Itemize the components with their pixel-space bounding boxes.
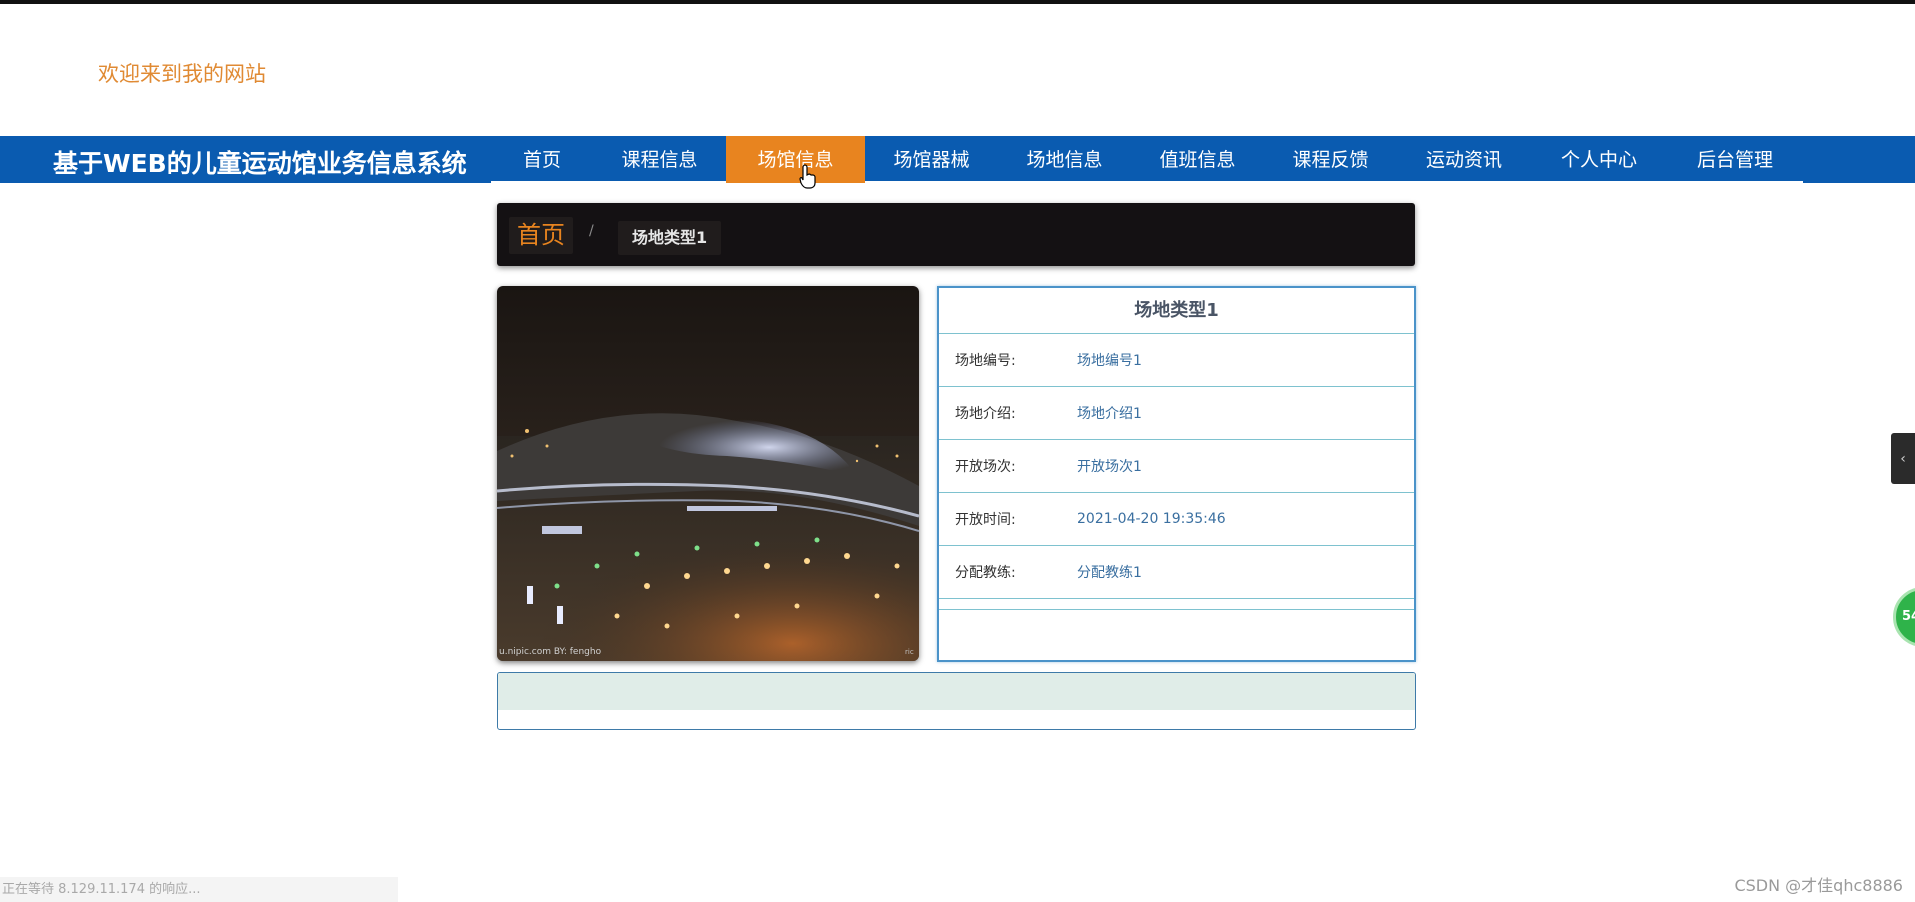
detail-label: 场地编号: — [955, 353, 1016, 369]
nav-item-equipment[interactable]: 场馆器械 — [865, 136, 998, 183]
breadcrumb: 首页 / 场地类型1 — [497, 203, 1415, 266]
main-navbar: 基于WEB的儿童运动馆业务信息系统 首页 课程信息 场馆信息 场馆器械 场地信息… — [0, 136, 1915, 183]
nav-item-profile[interactable]: 个人中心 — [1531, 136, 1667, 183]
photo-corner-mark: ric — [905, 648, 914, 656]
breadcrumb-separator: / — [589, 223, 594, 239]
detail-value: 2021-04-20 19:35:46 — [1077, 511, 1226, 527]
venue-photo: u.nipic.com BY: fengho ric — [497, 286, 919, 661]
floating-badge-text: 54 — [1902, 609, 1915, 624]
detail-value: 分配教练1 — [1077, 565, 1142, 581]
csdn-watermark: CSDN @才佳qhc8886 — [1734, 876, 1903, 895]
nav-item-duty[interactable]: 值班信息 — [1131, 136, 1264, 183]
detail-title: 场地类型1 — [939, 288, 1414, 334]
nav-item-fields[interactable]: 场地信息 — [998, 136, 1131, 183]
detail-value: 开放场次1 — [1077, 459, 1142, 475]
nav-item-home[interactable]: 首页 — [491, 136, 593, 183]
nav-item-admin[interactable]: 后台管理 — [1667, 136, 1803, 183]
venue-detail-panel: 场地类型1 场地编号: 场地编号1 场地介绍: 场地介绍1 开放场次: 开放场次… — [937, 286, 1416, 662]
top-border — [0, 0, 1915, 4]
side-collapse-tab[interactable]: ‹ — [1891, 433, 1915, 484]
detail-label: 场地介绍: — [955, 406, 1016, 422]
detail-value: 场地编号1 — [1077, 353, 1142, 369]
detail-label: 分配教练: — [955, 565, 1016, 581]
detail-value: 场地介绍1 — [1077, 406, 1142, 422]
browser-status-bar: 正在等待 8.129.11.174 的响应... — [0, 877, 398, 902]
hand-cursor-icon — [799, 164, 816, 189]
detail-label: 开放场次: — [955, 459, 1016, 475]
detail-row: 分配教练: 分配教练1 — [939, 546, 1414, 599]
site-title: 基于WEB的儿童运动馆业务信息系统 — [53, 149, 467, 178]
breadcrumb-home-link[interactable]: 首页 — [509, 217, 573, 254]
detail-row: 开放场次: 开放场次1 — [939, 440, 1414, 493]
welcome-text: 欢迎来到我的网站 — [98, 62, 266, 86]
content-box-header — [498, 673, 1415, 710]
detail-spacer — [939, 599, 1414, 610]
breadcrumb-current: 场地类型1 — [618, 221, 722, 255]
detail-label: 开放时间: — [955, 512, 1016, 528]
content-box — [497, 672, 1416, 730]
floating-badge-button[interactable]: 54 — [1893, 587, 1915, 647]
nav-item-feedback[interactable]: 课程反馈 — [1264, 136, 1397, 183]
detail-row: 场地介绍: 场地介绍1 — [939, 387, 1414, 440]
nav-item-venues[interactable]: 场馆信息 — [726, 136, 865, 183]
nav-item-courses[interactable]: 课程信息 — [593, 136, 726, 183]
nav-item-news[interactable]: 运动资讯 — [1397, 136, 1531, 183]
nav-menu: 首页 课程信息 场馆信息 场馆器械 场地信息 值班信息 课程反馈 运动资讯 个人… — [491, 136, 1803, 183]
detail-row: 开放时间: 2021-04-20 19:35:46 — [939, 493, 1414, 546]
chevron-left-icon: ‹ — [1900, 450, 1906, 467]
detail-row: 场地编号: 场地编号1 — [939, 334, 1414, 387]
photo-watermark: u.nipic.com BY: fengho — [499, 647, 602, 657]
